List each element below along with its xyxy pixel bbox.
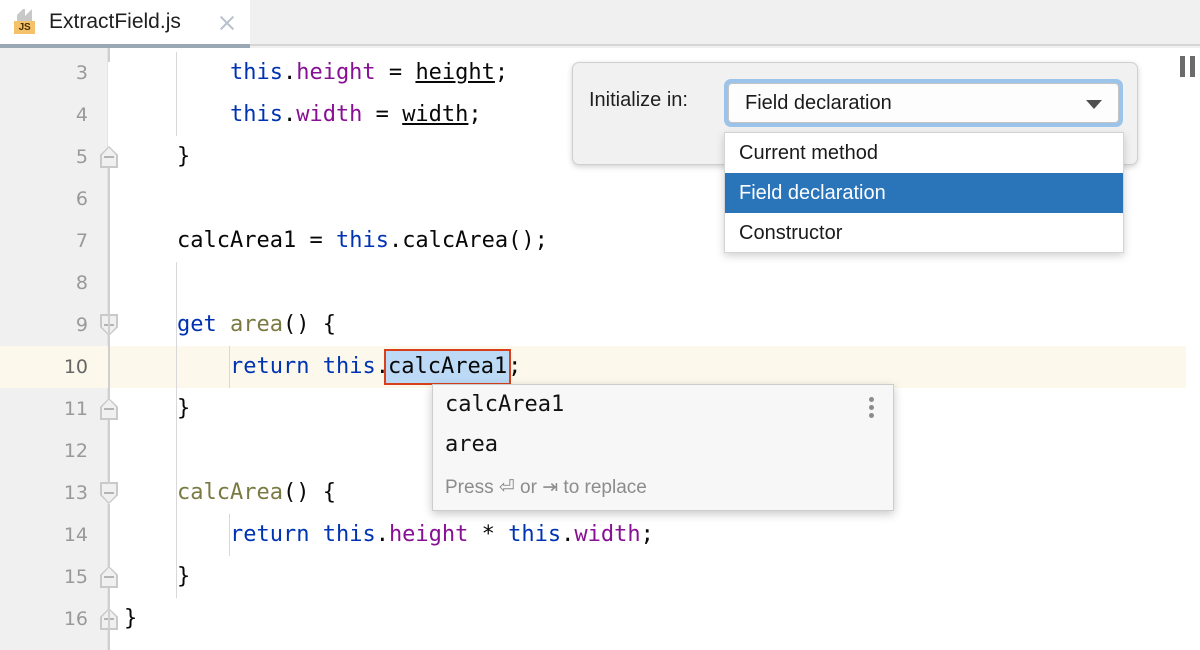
indent-guide [176,388,177,430]
line-number: 15 [0,556,88,598]
line-number: 12 [0,430,88,472]
indent-guide [176,514,177,556]
code-line[interactable]: 8 [0,262,1200,304]
initialize-in-combobox[interactable]: Field declaration [728,83,1119,123]
javascript-file-icon: JS [14,9,38,35]
code-line-text: get area() { [124,304,336,346]
line-number: 10 [0,346,88,388]
code-line-text: } [124,136,190,178]
line-number: 13 [0,472,88,514]
line-number: 11 [0,388,88,430]
indent-guide [176,472,177,514]
fold-collapse-icon[interactable] [100,398,118,420]
line-number: 7 [0,220,88,262]
js-badge-label: JS [14,21,35,34]
code-line-text: this.height = height; [124,52,508,94]
chevron-down-icon[interactable] [1086,100,1102,109]
line-number: 6 [0,178,88,220]
indent-guide [176,556,177,598]
line-number: 16 [0,598,88,640]
completion-item[interactable]: area [433,425,893,465]
fold-connector-line [108,504,110,568]
line-number: 4 [0,94,88,136]
code-line-text: return this.height * this.width; [124,514,654,556]
indent-guide [176,430,177,472]
code-line-text: calcArea() { [124,472,336,514]
indent-guide [176,262,177,304]
completion-item[interactable]: calcArea1 [433,385,893,425]
fold-expand-icon[interactable] [100,482,118,504]
fold-connector-line [108,588,110,650]
combobox-value: Field declaration [745,84,892,122]
editor-tab-bar: JS ExtractField.js [0,0,1200,48]
completion-hint-row: Press ⏎ or ⇥ to replace [433,465,893,510]
ide-editor-window: JS ExtractField.js 3 this.height = heigh… [0,0,1200,650]
code-line-text: } [124,598,137,640]
fold-connector-line [108,336,110,400]
code-line[interactable]: 10 return this.calcArea1; [0,346,1200,388]
pause-icon[interactable] [1180,56,1198,77]
editor-tab-extractfield[interactable]: JS ExtractField.js [0,0,250,44]
fold-connector-line [108,48,110,62]
code-line[interactable]: 15 } [0,556,1200,598]
indent-guide [229,514,230,556]
code-line-text: calcArea1 = this.calcArea(); [124,220,548,262]
line-number: 3 [0,52,88,94]
close-icon[interactable] [216,12,238,34]
code-line-text: this.width = width; [124,94,482,136]
line-number: 8 [0,262,88,304]
line-number: 5 [0,136,88,178]
code-line[interactable]: 9 get area() { [0,304,1200,346]
vertical-scrollbar-track[interactable] [1186,48,1200,650]
line-number: 9 [0,304,88,346]
more-options-icon[interactable] [869,397,875,419]
dropdown-option[interactable]: Constructor [725,213,1123,253]
line-number: 14 [0,514,88,556]
indent-guide [229,346,230,388]
indent-guide [176,52,177,94]
indent-guide [176,94,177,136]
fold-collapse-icon[interactable] [100,146,118,168]
code-line-text: } [124,388,190,430]
code-line[interactable]: 14 return this.height * this.width; [0,514,1200,556]
initialize-in-dropdown-list[interactable]: Current methodField declarationConstruct… [724,132,1124,253]
code-completion-popup[interactable]: calcArea1area Press ⏎ or ⇥ to replace [432,384,894,511]
initialize-in-label: Initialize in: [589,89,688,112]
tab-title: ExtractField.js [49,10,181,34]
indent-guide [176,346,177,388]
code-line[interactable]: 16} [0,598,1200,640]
fold-connector-line [108,420,110,484]
completion-hint-text: Press ⏎ or ⇥ to replace [445,476,647,499]
dropdown-option[interactable]: Current method [725,133,1123,173]
code-line-text: } [124,556,190,598]
inplace-rename-text: calcArea1 [388,346,507,388]
dropdown-option[interactable]: Field declaration [725,173,1123,213]
fold-collapse-icon[interactable] [100,566,118,588]
indent-guide [176,304,177,346]
